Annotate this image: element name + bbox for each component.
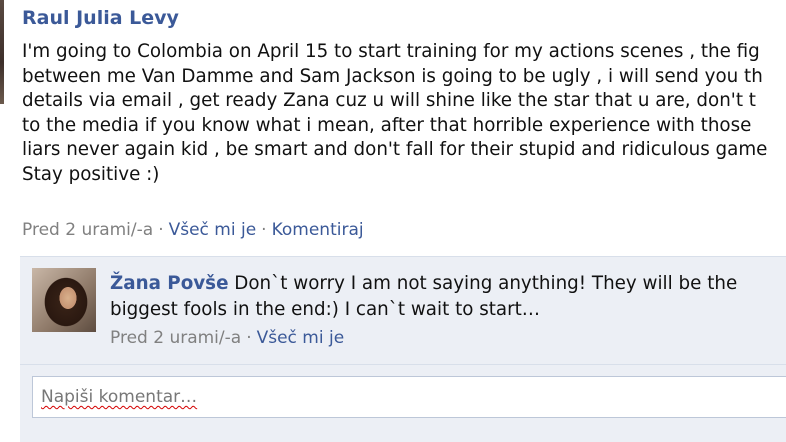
comment-text-part: Don`t worry I am not saying anything! Th… <box>228 273 738 294</box>
comment-text: Žana Povše Don`t worry I am not saying a… <box>110 271 786 323</box>
comment-like-link[interactable]: Všeč mi je <box>257 328 345 348</box>
post-author-link[interactable]: Raul Julia Levy <box>22 7 179 29</box>
post-message-line: liars never again kid , be smart and don… <box>22 139 768 160</box>
comments-divider <box>20 256 786 257</box>
meta-separator: · <box>261 220 267 240</box>
post-meta: Pred 2 urami/-a · Všeč mi je · Komentiraj <box>22 220 364 240</box>
comment-line: Žana Povše Don`t worry I am not saying a… <box>110 271 786 297</box>
post-message-line: I'm going to Colombia on April 15 to sta… <box>22 41 760 62</box>
poster-avatar-edge[interactable] <box>0 0 4 104</box>
post-message-line: Stay positive :) <box>22 163 160 185</box>
post-message-line: to the media if you know what i mean, af… <box>22 114 752 136</box>
write-comment-input[interactable]: Napiši komentar… <box>32 376 786 418</box>
comment-line: biggest fools in the end:) I can`t wait … <box>110 299 541 320</box>
post-message: I'm going to Colombia on April 15 to sta… <box>22 40 786 187</box>
comment-meta: Pred 2 urami/-a · Všeč mi je <box>110 328 344 348</box>
comment-input-placeholder: Napiši komentar… <box>41 387 198 407</box>
post-message-line: between me Van Damme and Sam Jackson is … <box>22 65 763 87</box>
comment-timestamp[interactable]: Pred 2 urami/-a <box>110 328 241 348</box>
post-message-line: details via email , get ready Zana cuz u… <box>22 90 756 111</box>
commenter-avatar[interactable] <box>32 268 96 332</box>
post-timestamp[interactable]: Pred 2 urami/-a <box>22 220 153 240</box>
comment-input-divider <box>20 364 786 365</box>
like-link[interactable]: Všeč mi je <box>169 220 257 240</box>
meta-separator: · <box>246 328 252 348</box>
comments-section: Žana Povše Don`t worry I am not saying a… <box>20 256 786 442</box>
meta-separator: · <box>158 220 164 240</box>
comment-link[interactable]: Komentiraj <box>272 220 364 240</box>
comment-author-link[interactable]: Žana Povše <box>110 273 228 294</box>
